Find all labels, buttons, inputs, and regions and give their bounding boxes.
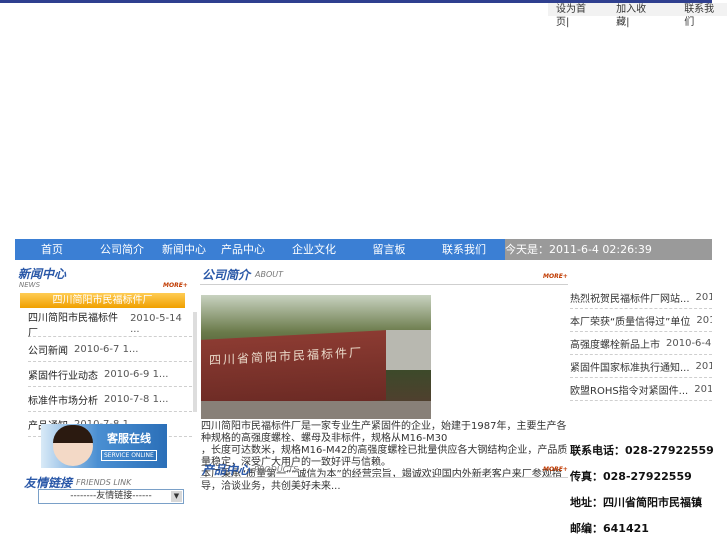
contact-phone: 联系电话：028-27922559 xyxy=(570,444,714,457)
news-section-sub: NEWS xyxy=(19,281,41,289)
right-news-title[interactable]: 欧盟ROHS指令对紧固件... xyxy=(570,382,688,397)
chevron-down-icon[interactable]: ▼ xyxy=(171,491,182,502)
list-item[interactable]: 紧固件国家标准执行通知... 2010-6-8 1... xyxy=(570,355,712,378)
list-item[interactable]: 四川简阳市民福标件厂 2010-5-14 ... xyxy=(28,309,192,339)
list-item[interactable]: 高强度螺栓新品上市 2010-6-4 1... xyxy=(570,332,712,355)
list-item[interactable]: 公司新闻 2010-6-7 1... xyxy=(28,337,192,362)
contact-fax: 传真：028-27922559 xyxy=(570,470,692,483)
about-text-line: 四川简阳市民福标件厂是一家专业生产紧固件的企业，始建于1987年，主要生产各种规… xyxy=(201,421,567,444)
news-item-date: 2010-6-7 1... xyxy=(74,343,139,355)
list-item[interactable]: 热烈祝贺民福标件厂网站... 2010-5-14 ... xyxy=(570,286,712,309)
list-item[interactable]: 紧固件行业动态 2010-6-9 1... xyxy=(28,362,192,387)
contact-us-link[interactable]: 联系我们 xyxy=(684,3,723,28)
products-section-sub: PRODUCTS xyxy=(254,465,299,474)
set-homepage-link[interactable]: 设为首页| xyxy=(556,3,598,28)
service-agent-hair xyxy=(53,425,93,443)
nav-guestbook[interactable]: 留言板 xyxy=(355,239,423,260)
main-nav: 首页 公司简介 新闻中心 产品中心 企业文化 留言板 联系我们 xyxy=(15,239,505,260)
about-section-title: 公司简介 xyxy=(202,268,251,282)
add-favorite-link[interactable]: 加入收藏| xyxy=(616,3,658,28)
photo-ground xyxy=(201,401,431,419)
nav-products[interactable]: 产品中心 xyxy=(213,239,273,260)
company-photo: 四川省简阳市民福标件厂 xyxy=(201,295,431,419)
service-online-banner[interactable]: 客服在线 SERVICE ONLINE xyxy=(41,424,167,468)
news-item-date: 2010-5-14 ... xyxy=(130,313,182,335)
news-item-date: 2010-6-9 1... xyxy=(104,368,169,380)
right-news-title[interactable]: 高强度螺栓新品上市 xyxy=(570,336,660,351)
service-online-en: SERVICE ONLINE xyxy=(101,450,157,461)
friend-links-select[interactable]: --------友情链接------ ▼ xyxy=(38,489,184,504)
nav-news[interactable]: 新闻中心 xyxy=(155,239,213,260)
right-news-date: 2010-6-8 1... xyxy=(695,360,712,372)
right-news-title[interactable]: 本厂荣获“质量信得过”单位 xyxy=(570,313,690,328)
right-news-date: 2010-6-4 1... xyxy=(666,337,712,349)
photo-sign-text: 四川省简阳市民福标件厂 xyxy=(209,345,364,368)
list-item[interactable]: 标准件市场分析 2010-7-8 1... xyxy=(28,387,192,412)
time-prefix: 今天是： xyxy=(505,243,549,256)
date-time-bar: 今天是：2011-6-4 02:26:39 xyxy=(505,239,712,260)
news-item-title[interactable]: 标准件市场分析 xyxy=(28,392,98,407)
right-news-list: 热烈祝贺民福标件厂网站... 2010-5-14 ... 本厂荣获“质量信得过”单… xyxy=(570,286,712,401)
about-divider xyxy=(200,284,568,285)
photo-sign: 四川省简阳市民福标件厂 xyxy=(201,330,386,410)
news-section-title: 新闻中心 xyxy=(18,267,67,281)
news-item-title[interactable]: 公司新闻 xyxy=(28,342,68,357)
about-section-sub: ABOUT xyxy=(255,270,283,279)
list-item[interactable]: 本厂荣获“质量信得过”单位 2010-5-14 ... xyxy=(570,309,712,332)
about-text: 四川简阳市民福标件厂是一家专业生产紧固件的企业，始建于1987年，主要生产各种规… xyxy=(201,421,569,493)
news-item-title[interactable]: 紧固件行业动态 xyxy=(28,367,98,382)
nav-about[interactable]: 公司简介 xyxy=(89,239,155,260)
friends-section-sub: FRIENDS LINK xyxy=(76,478,132,487)
time-value: 2011-6-4 02:26:39 xyxy=(549,243,652,256)
nav-culture[interactable]: 企业文化 xyxy=(273,239,355,260)
nav-home[interactable]: 首页 xyxy=(15,239,89,260)
news-more-link[interactable]: MORE+ xyxy=(163,282,188,289)
right-news-date: 2010-5-14 ... xyxy=(695,291,712,303)
contact-address: 地址：四川省简阳市民福镇 xyxy=(570,496,702,509)
contact-zip: 邮编：641421 xyxy=(570,522,649,535)
nav-contact[interactable]: 联系我们 xyxy=(423,239,505,260)
company-banner[interactable]: 四川简阳市民福标件厂 xyxy=(20,293,185,308)
right-news-title[interactable]: 紧固件国家标准执行通知... xyxy=(570,359,690,374)
products-divider xyxy=(200,477,568,478)
right-news-title[interactable]: 热烈祝贺民福标件厂网站... xyxy=(570,290,690,305)
photo-building xyxy=(386,330,431,370)
friend-links-select-value: --------友情链接------ xyxy=(70,491,152,501)
list-item[interactable]: 欧盟ROHS指令对紧固件... 2010-6-8 1... xyxy=(570,378,712,401)
news-item-date: 2010-7-8 1... xyxy=(104,393,169,405)
about-more-link[interactable]: MORE+ xyxy=(543,273,568,280)
products-section-title: 产品中心 xyxy=(202,463,251,477)
news-item-title[interactable]: 四川简阳市民福标件厂 xyxy=(28,309,124,339)
top-links: 设为首页| 加入收藏| 联系我们 xyxy=(548,3,727,28)
products-more-link[interactable]: MORE+ xyxy=(543,466,568,473)
right-news-date: 2010-5-14 ... xyxy=(696,314,712,326)
service-online-label: 客服在线 xyxy=(107,432,151,445)
right-news-date: 2010-6-8 1... xyxy=(694,383,712,395)
news-list: 四川简阳市民福标件厂 2010-5-14 ... 公司新闻 2010-6-7 1..… xyxy=(28,312,192,437)
